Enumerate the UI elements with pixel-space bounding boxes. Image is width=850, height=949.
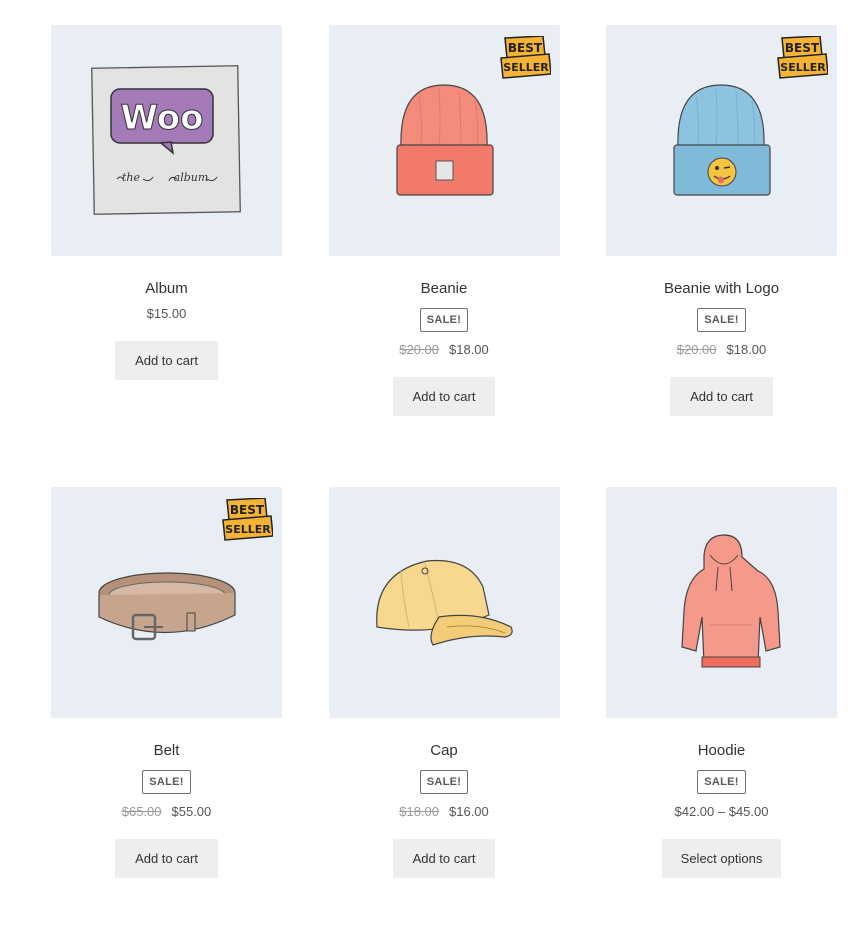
new-price: $16.00 [449,804,489,819]
product-card-album: Woo the album Album $15.00 Add to cart [51,25,282,487]
product-image-beanie[interactable]: BEST SELLER [328,25,560,256]
add-to-cart-button[interactable]: Add to cart [115,839,218,878]
product-card-beanie: BEST SELLER Beanie SALE! $20.00 $18.00 Ad… [328,25,560,487]
product-image-belt[interactable]: BEST SELLER [51,487,282,718]
best-seller-line2: SELLER [225,523,271,536]
cap-image [375,559,513,646]
product-card-belt: BEST SELLER Belt SALE! $65.00 $55.00 Add … [51,487,282,949]
best-seller-badge: BEST SELLER [777,36,828,79]
best-seller-badge: BEST SELLER [499,36,551,79]
old-price: $18.00 [399,804,439,819]
add-to-cart-button[interactable]: Add to cart [670,377,773,416]
product-title[interactable]: Album [145,280,188,298]
sale-badge: SALE! [419,770,469,794]
old-price: $65.00 [121,804,162,819]
best-seller-line1: BEST [785,41,820,55]
new-price: $55.00 [171,804,212,819]
hoodie-image [681,534,781,668]
best-seller-line2: SELLER [780,61,826,74]
product-title[interactable]: Beanie [421,280,468,298]
product-price: $15.00 [147,306,187,322]
product-title[interactable]: Cap [430,742,458,760]
best-seller-line1: BEST [507,41,542,55]
price-range: $42.00 – $45.00 [674,804,769,819]
best-seller-line2: SELLER [503,61,549,74]
add-to-cart-button[interactable]: Add to cart [392,839,496,878]
product-price: $18.00 $16.00 [399,804,489,820]
product-grid: Woo the album Album $15.00 Add to cart B… [51,25,837,949]
new-price: $18.00 [449,342,489,357]
product-card-hoodie: Hoodie SALE! $42.00 – $45.00 Select opti… [606,487,837,949]
sale-badge: SALE! [697,770,746,794]
product-title[interactable]: Hoodie [698,742,746,760]
product-image-beanie-with-logo[interactable]: BEST SELLER [606,25,837,256]
select-options-button[interactable]: Select options [661,839,782,878]
album-caption-right: album [174,171,209,184]
product-image-album[interactable]: Woo the album [51,25,282,256]
sale-badge: SALE! [419,308,469,332]
product-title[interactable]: Beanie with Logo [664,280,779,298]
price-value: $15.00 [146,306,187,321]
product-price: $65.00 $55.00 [122,804,212,820]
product-card-cap: Cap SALE! $18.00 $16.00 Add to cart [328,487,560,949]
album-cover-image: Woo the album [91,65,241,215]
best-seller-badge: BEST SELLER [222,498,273,541]
product-price: $20.00 $18.00 [677,342,767,358]
old-price: $20.00 [676,342,717,357]
sale-badge: SALE! [142,770,191,794]
product-image-cap[interactable] [328,487,560,718]
add-to-cart-button[interactable]: Add to cart [115,341,218,380]
best-seller-line1: BEST [230,503,265,517]
sale-badge: SALE! [697,308,746,332]
add-to-cart-button[interactable]: Add to cart [392,377,496,416]
album-caption-left: the [122,171,141,184]
product-image-hoodie[interactable] [606,487,837,718]
product-card-beanie-with-logo: BEST SELLER Beanie with Logo SALE! $20.0… [606,25,837,487]
product-price: $42.00 – $45.00 [675,804,769,820]
old-price: $20.00 [399,342,439,357]
new-price: $18.00 [726,342,767,357]
album-logo-text: Woo [120,98,203,138]
product-title[interactable]: Belt [154,742,180,760]
product-price: $20.00 $18.00 [399,342,489,358]
